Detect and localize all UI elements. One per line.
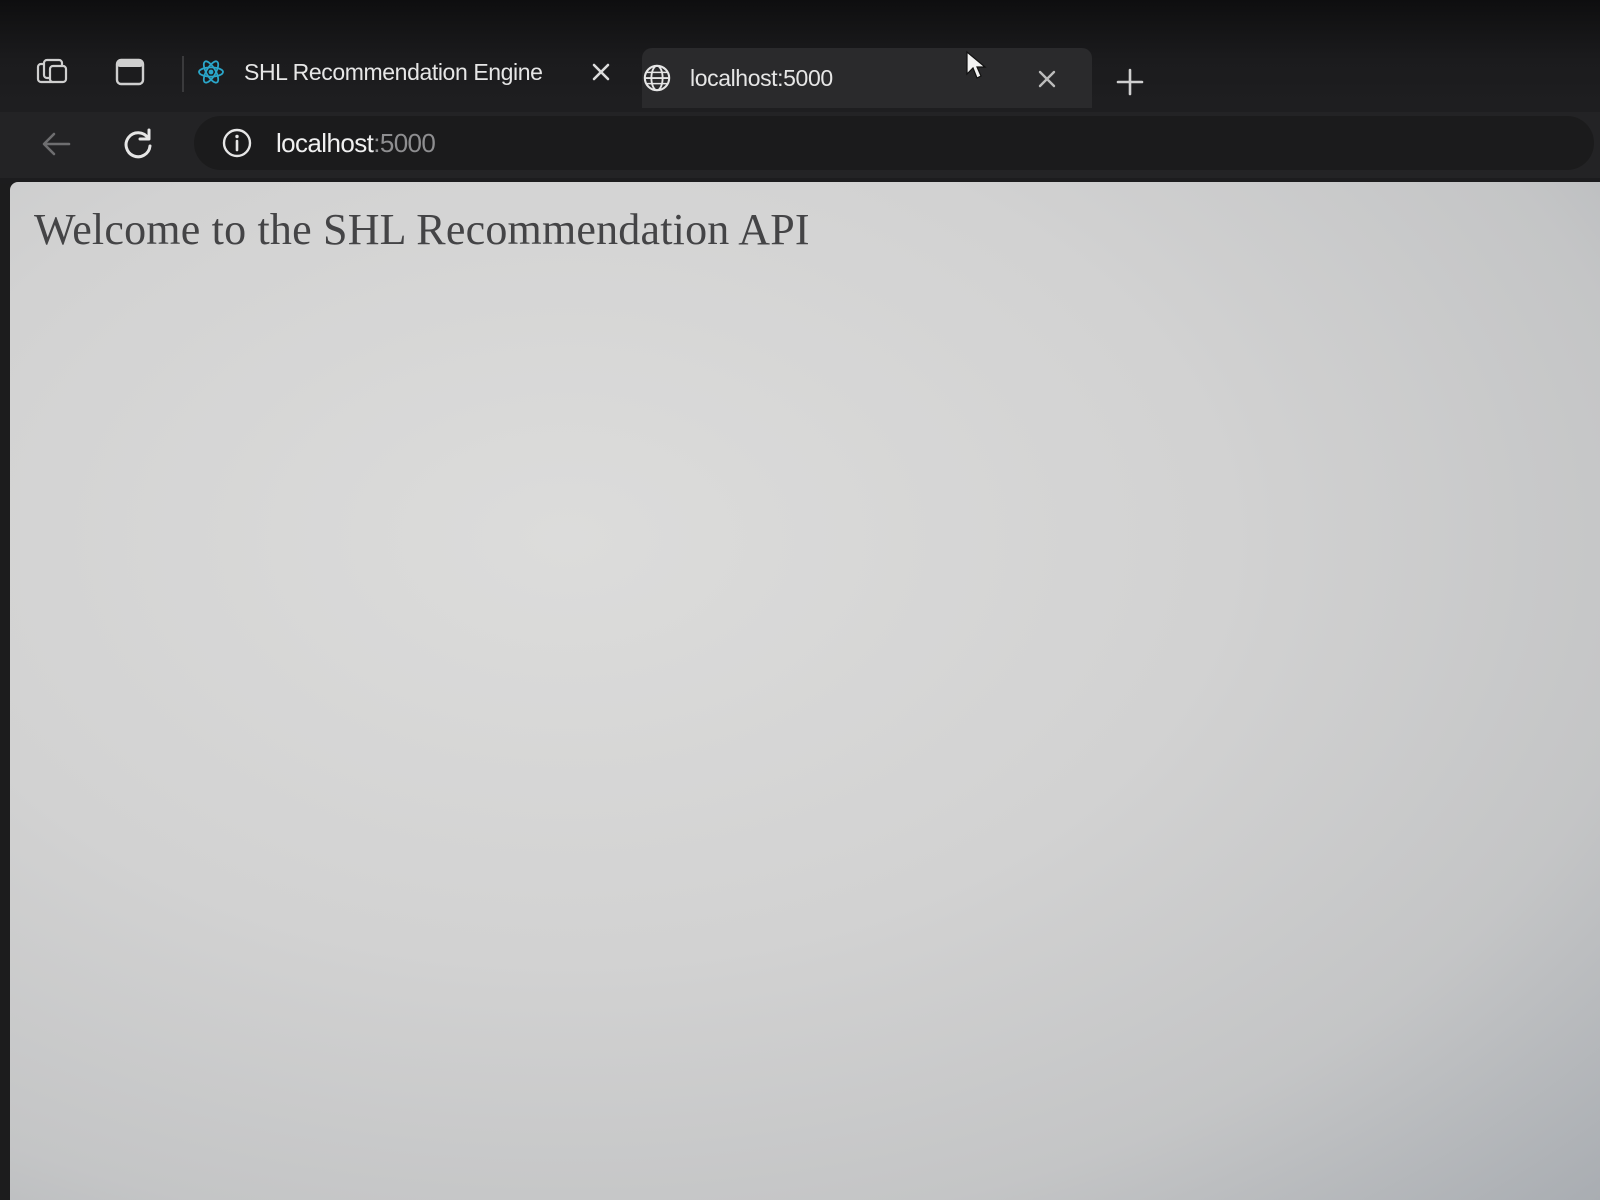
close-tab-icon[interactable] [584, 55, 618, 89]
browser-window: SHL Recommendation Engine localhost:5000 [0, 0, 1600, 1200]
tab-localhost-5000[interactable]: localhost:5000 [642, 48, 1092, 108]
workspaces-icon[interactable] [32, 52, 72, 92]
plus-icon[interactable] [1110, 62, 1150, 102]
page-heading: Welcome to the SHL Recommendation API [34, 205, 810, 254]
vertical-tabs-icon[interactable] [110, 52, 150, 92]
tab-strip: SHL Recommendation Engine localhost:5000 [0, 38, 1600, 108]
address-bar[interactable]: localhost:5000 [194, 116, 1594, 170]
page-viewport: Welcome to the SHL Recommendation API [10, 182, 1600, 1200]
url-host: localhost [276, 127, 374, 158]
tab-title: SHL Recommendation Engine [244, 58, 543, 85]
tab-title: localhost:5000 [690, 64, 833, 91]
back-arrow-icon[interactable] [34, 122, 78, 166]
browser-toolbar: localhost:5000 [0, 112, 1600, 178]
url-port: :5000 [373, 127, 436, 158]
refresh-icon[interactable] [116, 122, 160, 166]
info-icon[interactable] [220, 126, 254, 160]
mouse-cursor-icon [966, 50, 987, 79]
react-atom-icon [196, 57, 226, 87]
tab-shl-recommendation-engine[interactable]: SHL Recommendation Engine [196, 44, 636, 100]
globe-icon [642, 63, 672, 93]
tab-separator [182, 56, 184, 92]
close-tab-icon[interactable] [1030, 62, 1064, 96]
